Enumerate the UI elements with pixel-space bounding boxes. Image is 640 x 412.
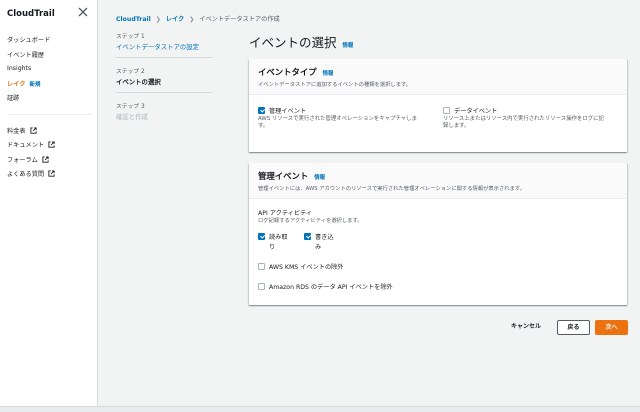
panel-title-text: 管理イベント [258, 171, 309, 181]
sidebar-link-forum[interactable]: フォーラム [7, 155, 49, 164]
cancel-button[interactable]: キャンセル [507, 320, 545, 335]
read-option[interactable]: 読み取 [258, 233, 288, 242]
step-number: ステップ 1 [116, 34, 145, 40]
external-link-icon [30, 127, 37, 134]
wizard-step-3: ステップ 3 確認と作成 [116, 101, 212, 121]
close-icon[interactable] [77, 6, 89, 18]
panel-description: 管理イベントには、AWS アカウントのリソースで実行された管理オペレーションに関… [258, 186, 525, 192]
panel-header: イベントタイプ 情報 イベントデータストアに追加するイベントの種類を選択します。 [249, 59, 627, 95]
step-divider [116, 92, 212, 93]
sidebar-link-pricing-label: 料金表 [7, 128, 26, 135]
breadcrumb-current: イベントデータストアの作成 [199, 16, 280, 23]
sidebar-item-event-history[interactable]: イベント履歴 [7, 50, 44, 59]
sidebar-link-pricing[interactable]: 料金表 [7, 126, 37, 135]
info-link[interactable]: 情報 [314, 175, 325, 181]
management-events-checkbox[interactable] [258, 107, 265, 114]
new-badge: 新規 [29, 82, 41, 88]
step-title[interactable]: イベントデータストアの設定 [116, 42, 212, 51]
panel-title: 管理イベント 情報 [258, 170, 618, 182]
wizard-step-1[interactable]: ステップ 1 イベントデータストアの設定 [116, 31, 212, 51]
exclude-rds-label: Amazon RDS のデータ API イベントを除外 [269, 284, 393, 291]
read-checkbox[interactable] [258, 233, 265, 240]
step-title: 確認と作成 [116, 113, 148, 121]
bottom-bar [0, 406, 640, 412]
sidebar-item-dashboard[interactable]: ダッシュボード [7, 35, 50, 44]
data-events-label: データイベント [454, 108, 498, 115]
exclude-kms-option[interactable]: AWS KMS イベントの除外 [258, 262, 344, 271]
sidebar-link-documentation[interactable]: ドキュメント [7, 140, 55, 149]
breadcrumb: CloudTrail ❯ レイク ❯ イベントデータストアの作成 [116, 14, 280, 23]
sidebar-link-faq-label: よくある質問 [7, 171, 45, 178]
event-type-panel: イベントタイプ 情報 イベントデータストアに追加するイベントの種類を選択します。 … [249, 59, 627, 152]
description-line: す。 [258, 123, 269, 130]
data-events-description: リソース上またはリソース内で実行されたリソース操作をログに記 録します。 [443, 116, 604, 131]
external-link-icon [48, 141, 55, 148]
chevron-right-icon: ❯ [155, 16, 161, 23]
management-events-label: 管理イベント [269, 108, 307, 115]
step-title: イベントの選択 [116, 78, 161, 86]
step-divider [116, 57, 212, 58]
side-navigation: CloudTrail ダッシュボード イベント履歴 Insights レイク 新規… [0, 0, 98, 412]
sidebar-link-forum-label: フォーラム [7, 157, 38, 164]
panel-title-text: イベントタイプ [258, 67, 317, 77]
read-label-wrap: り [269, 244, 276, 251]
panel-header: 管理イベント 情報 管理イベントには、AWS アカウントのリソースで実行された管理… [249, 163, 627, 199]
sidebar-item-trails[interactable]: 証跡 [7, 93, 19, 102]
breadcrumb-cloudtrail[interactable]: CloudTrail [116, 16, 151, 23]
step-number: ステップ 2 [116, 69, 145, 75]
description-line: AWS リソースで実行された管理オペレーションをキャプチャしま [258, 116, 417, 122]
panel-title: イベントタイプ 情報 [258, 66, 618, 78]
api-activity-description: ログ記録するアクティビティを選択します。 [258, 218, 363, 224]
data-events-option[interactable]: データイベント [443, 106, 497, 115]
external-link-icon [48, 170, 55, 177]
external-link-icon [42, 156, 49, 163]
step-number: ステップ 3 [116, 104, 145, 110]
exclude-rds-checkbox[interactable] [258, 283, 265, 290]
management-events-description: AWS リソースで実行された管理オペレーションをキャプチャしま す。 [258, 116, 417, 131]
breadcrumb-lake[interactable]: レイク [166, 16, 184, 23]
sidebar-item-insights[interactable]: Insights [7, 65, 31, 72]
sidebar-item-lake-label: レイク [7, 81, 26, 88]
sidebar-item-lake[interactable]: レイク 新規 [7, 79, 40, 88]
read-label: 読み取 [269, 234, 288, 241]
exclude-kms-label: AWS KMS イベントの除外 [269, 264, 344, 271]
next-button[interactable]: 次へ [595, 320, 628, 335]
data-events-checkbox[interactable] [443, 107, 450, 114]
write-label-wrap: み [315, 244, 322, 251]
management-events-option[interactable]: 管理イベント [258, 106, 306, 115]
panel-description: イベントデータストアに追加するイベントの種類を選択します。 [258, 82, 412, 88]
write-checkbox[interactable] [304, 233, 311, 240]
management-events-panel: 管理イベント 情報 管理イベントには、AWS アカウントのリソースで実行された管理… [249, 163, 627, 305]
exclude-kms-checkbox[interactable] [258, 263, 265, 270]
wizard-step-2: ステップ 2 イベントの選択 [116, 66, 212, 86]
sidebar-link-documentation-label: ドキュメント [7, 142, 45, 149]
page-title-text: イベントの選択 [249, 35, 337, 50]
chevron-right-icon: ❯ [189, 16, 195, 23]
write-option[interactable]: 書き込 [304, 233, 334, 242]
write-label: 書き込 [315, 234, 334, 241]
sidebar-link-faq[interactable]: よくある質問 [7, 169, 55, 178]
info-link[interactable]: 情報 [323, 71, 334, 77]
service-title[interactable]: CloudTrail [7, 9, 55, 19]
page-title: イベントの選択 情報 [249, 32, 353, 51]
sidebar-divider [7, 114, 91, 115]
back-button[interactable]: 戻る [557, 320, 590, 335]
info-link[interactable]: 情報 [343, 43, 354, 49]
description-line: 録します。 [443, 123, 470, 130]
exclude-rds-option[interactable]: Amazon RDS のデータ API イベントを除外 [258, 282, 393, 291]
